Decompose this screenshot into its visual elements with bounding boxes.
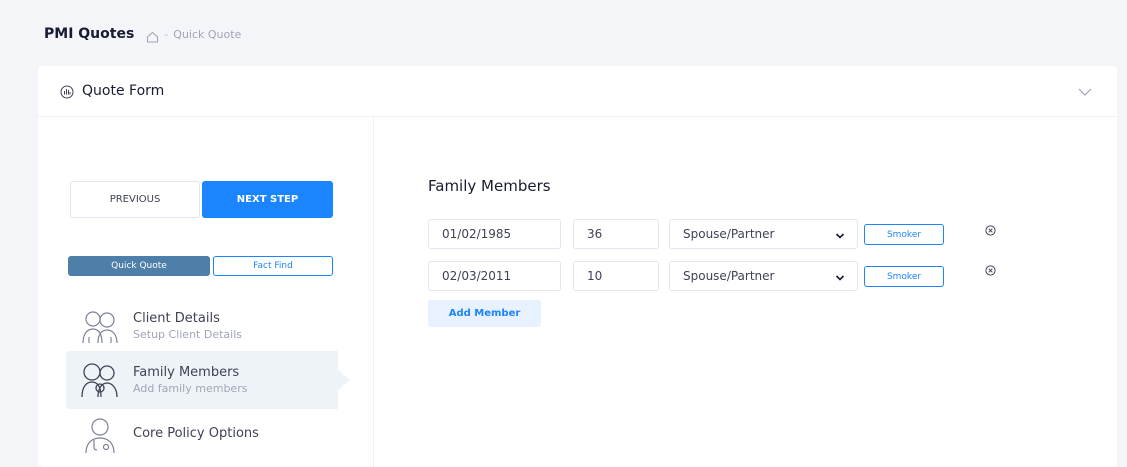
remove-member-icon[interactable] (985, 261, 996, 276)
chevron-down-icon[interactable] (1078, 84, 1092, 98)
breadcrumb-current: Quick Quote (173, 27, 242, 41)
chart-circle-icon (60, 84, 74, 99)
page-title: PMI Quotes (44, 26, 135, 42)
family-members-form: Family Members Spouse/Partner Smoker (375, 117, 1117, 467)
chevron-down-icon (835, 272, 845, 282)
card-header[interactable]: Quote Form (38, 66, 1117, 117)
quote-form-card: Quote Form PREVIOUS NEXT STEP Quick Quot… (38, 66, 1117, 467)
dob-input[interactable] (428, 219, 561, 249)
previous-button[interactable]: PREVIOUS (70, 181, 200, 218)
smoker-toggle-button[interactable]: Smoker (864, 224, 944, 245)
age-input[interactable] (573, 261, 659, 291)
card-title: Quote Form (82, 83, 165, 99)
doctor-icon (80, 415, 120, 454)
chevron-down-icon (835, 230, 845, 240)
step-description: Setup Client Details (133, 328, 242, 341)
age-input[interactable] (573, 219, 659, 249)
relationship-value: Spouse/Partner (683, 269, 775, 283)
relationship-select[interactable]: Spouse/Partner (669, 219, 858, 249)
next-step-button[interactable]: NEXT STEP (202, 181, 333, 218)
step-core-policy-options[interactable]: Core Policy Options (66, 405, 338, 463)
home-icon[interactable] (146, 28, 159, 43)
step-title: Family Members (133, 365, 240, 380)
step-client-details[interactable]: Client Details Setup Client Details (66, 297, 338, 355)
breadcrumb: PMI Quotes - Quick Quote (0, 0, 1127, 68)
step-description: Add family members (133, 382, 248, 395)
smoker-toggle-button[interactable]: Smoker (864, 266, 944, 287)
step-title: Client Details (133, 311, 220, 326)
relationship-select[interactable]: Spouse/Partner (669, 261, 858, 291)
couple-icon (80, 307, 120, 345)
member-row: Spouse/Partner Smoker (428, 219, 1048, 249)
fact-find-toggle[interactable]: Fact Find (213, 256, 333, 276)
wizard-sidebar: PREVIOUS NEXT STEP Quick Quote Fact Find… (38, 117, 374, 467)
step-title: Core Policy Options (133, 425, 259, 441)
step-family-members[interactable]: Family Members Add family members (66, 351, 350, 409)
relationship-value: Spouse/Partner (683, 227, 775, 241)
member-row: Spouse/Partner Smoker (428, 261, 1048, 291)
section-title: Family Members (428, 177, 551, 195)
breadcrumb-separator: - (164, 27, 169, 41)
dob-input[interactable] (428, 261, 561, 291)
add-member-button[interactable]: Add Member (428, 300, 541, 327)
quick-quote-toggle[interactable]: Quick Quote (68, 256, 210, 276)
family-icon (80, 361, 120, 399)
remove-member-icon[interactable] (985, 221, 996, 236)
